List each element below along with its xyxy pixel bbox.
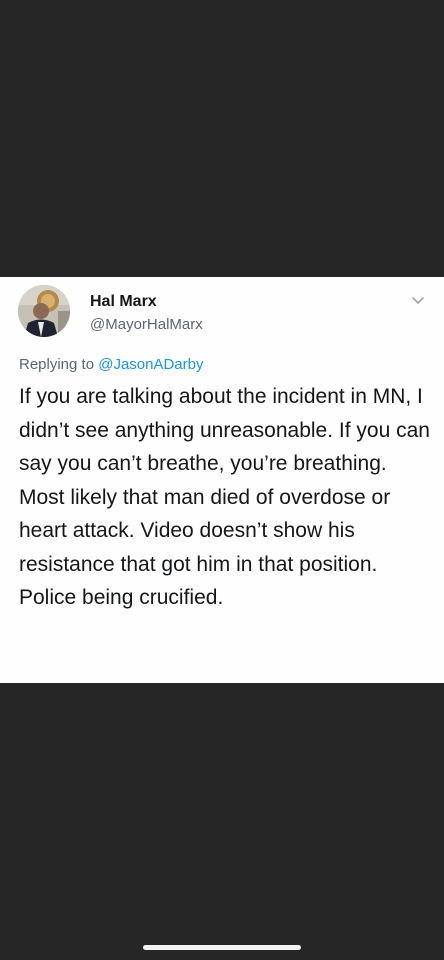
home-indicator[interactable] [143, 945, 301, 950]
tweet-card[interactable]: Hal Marx @MayorHalMarx Replying to @Jaso… [0, 277, 444, 683]
top-dark-area [0, 0, 444, 277]
bottom-dark-area [0, 683, 444, 960]
author-handle[interactable]: @MayorHalMarx [90, 316, 203, 333]
avatar[interactable] [18, 285, 70, 337]
replying-to-line: Replying to @JasonADarby [19, 356, 204, 373]
tweet-text: If you are talking about the incident in… [19, 385, 430, 609]
reply-prefix: Replying to [19, 356, 95, 373]
reply-handle-link[interactable]: @JasonADarby [98, 356, 203, 373]
chevron-down-icon[interactable] [410, 295, 426, 307]
author-name[interactable]: Hal Marx [90, 293, 157, 311]
avatar-photo-icon [18, 285, 70, 337]
